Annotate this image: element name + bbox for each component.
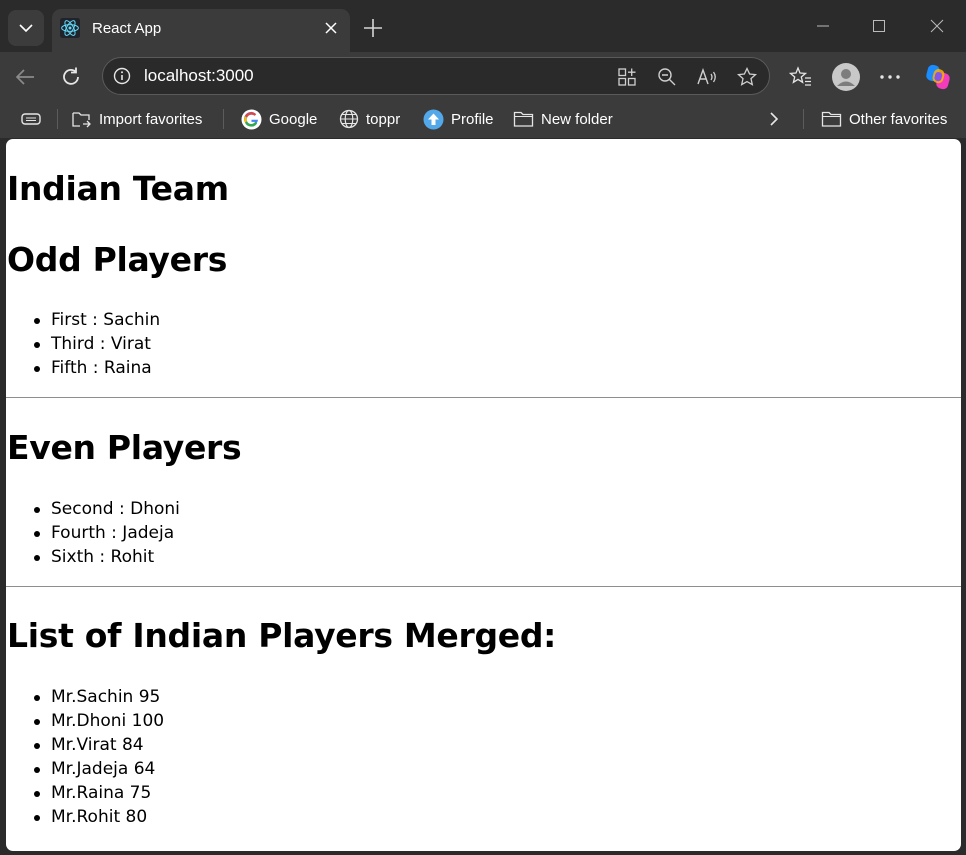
tab-actions-button[interactable] [8,10,44,46]
bookmarks-bar: Import favorites Google toppr Profile Ne… [0,100,966,138]
page-viewport: Indian Team Odd Players First : Sachin T… [6,139,961,851]
settings-more-button[interactable] [876,63,904,91]
google-icon [241,109,262,129]
bookmark-label: Import favorites [99,110,203,128]
maximize-icon [873,20,885,32]
address-bar[interactable]: localhost:3000 [102,57,770,95]
bookmark-profile[interactable]: Profile [423,108,494,130]
list-item: Fifth : Raina [33,356,160,380]
bookmarks-divider [223,109,224,129]
list-item: Mr.Raina 75 [33,781,164,805]
app-add-icon [618,68,636,86]
list-item: Mr.Rohit 80 [33,805,164,829]
bookmarks-overflow-button[interactable] [767,108,781,130]
star-icon [737,67,757,86]
url-text[interactable]: localhost:3000 [144,66,254,86]
bookmark-label: New folder [541,110,613,128]
even-players-heading: Even Players [7,428,242,467]
list-item: Sixth : Rohit [34,545,180,569]
react-logo-icon [60,18,80,38]
tab-title: React App [92,20,162,37]
bookmark-new-folder[interactable]: New folder [513,108,613,130]
bookmark-other-favorites[interactable]: Other favorites [821,108,947,130]
refresh-icon [63,67,79,85]
list-item: Mr.Dhoni 100 [33,711,165,731]
bookmark-google[interactable]: Google [241,108,317,130]
odd-players-heading: Odd Players [7,240,228,279]
bookmark-label: toppr [366,110,401,128]
list-item: Fourth : Jadeja [34,521,180,545]
list-item: Mr.Virat 84 [33,733,164,757]
zoom-out-button[interactable] [656,66,678,88]
merged-players-heading: List of Indian Players Merged: [7,616,557,655]
folder-icon [513,111,534,127]
folder-icon [821,111,842,127]
bookmark-label: Profile [451,110,494,128]
bookmarks-divider [803,109,804,129]
favorites-list-icon [789,66,811,86]
back-button[interactable] [12,64,38,90]
tab-close-button[interactable] [322,19,340,37]
toolbar: localhost:3000 [0,52,966,100]
even-players-list: Second : Dhoni Fourth : Jadeja Sixth : R… [34,497,180,569]
favorites-button[interactable] [787,63,815,91]
back-arrow-icon [15,69,34,85]
odd-players-list: First : Sachin Third : Virat Fifth : Rai… [33,308,161,380]
import-icon [72,112,91,128]
more-icon [880,75,900,79]
minimize-icon [817,25,829,27]
profile-avatar[interactable] [832,63,860,91]
collections-button[interactable] [20,108,42,130]
copilot-button[interactable] [924,63,952,91]
browser-tab[interactable]: React App [52,9,350,52]
bookmarks-divider [57,109,58,129]
divider [6,397,961,398]
minimize-button[interactable] [811,14,835,38]
divider [6,586,961,587]
globe-icon [339,109,359,129]
title-bar: React App [0,0,966,52]
list-item: First : Sachin [33,310,161,330]
chevron-right-icon [770,112,779,126]
list-item: Mr.Jadeja 64 [33,757,164,781]
tab-icon [21,113,41,125]
close-window-button[interactable] [925,14,949,38]
favorite-star-button[interactable] [736,66,758,88]
read-aloud-button[interactable] [696,66,718,88]
zoom-out-icon [658,68,676,86]
close-icon [930,19,944,33]
merged-players-list: Mr.Sachin 95 Mr.Dhoni 100 Mr.Virat 84 Mr… [33,685,165,829]
bookmark-import-favorites[interactable]: Import favorites [70,108,202,130]
maximize-button[interactable] [867,14,891,38]
copilot-icon [926,64,950,90]
bookmark-label: Other favorites [849,110,948,128]
bookmark-toppr[interactable]: toppr [339,108,400,130]
avatar-icon [832,63,860,91]
refresh-button[interactable] [58,64,84,90]
bookmark-label: Google [269,110,318,128]
profile-upload-icon [423,109,444,129]
list-item: Mr.Sachin 95 [33,685,164,709]
info-icon[interactable] [113,67,131,85]
close-icon [325,22,337,34]
list-item: Third : Virat [33,332,160,356]
apps-add-button[interactable] [616,66,638,88]
read-aloud-icon [697,67,716,85]
new-tab-icon[interactable] [362,17,384,39]
list-item: Second : Dhoni [34,499,180,519]
chevron-down-icon [19,24,33,33]
page-title: Indian Team [7,169,229,208]
